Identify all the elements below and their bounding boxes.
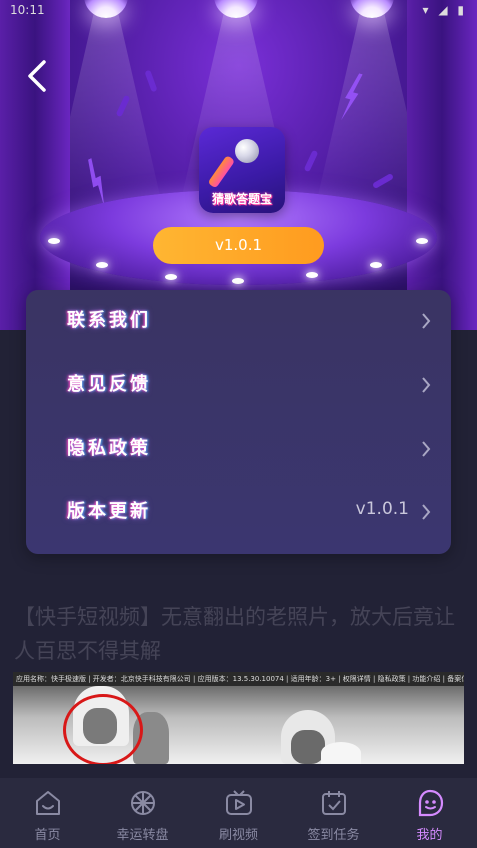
tab-check-in-tasks[interactable]: 签到任务 [286, 778, 381, 848]
status-icons: ▾ ◢ ▮ [422, 3, 467, 17]
menu-item-label: 隐私政策 [67, 438, 151, 459]
home-icon [36, 791, 60, 815]
menu-item-label: 联系我们 [67, 310, 151, 331]
chevron-right-icon [422, 504, 431, 520]
photo-figure [321, 742, 361, 764]
stage-light [48, 238, 60, 244]
menu-item-feedback[interactable]: 意见反馈 [26, 356, 451, 412]
bottom-nav: 首页 幸运转盘 刷视频 签到任务 我的 [0, 778, 477, 848]
stage-light [306, 272, 318, 278]
article-thumbnail[interactable]: 应用名称：快手极速版 | 开发者：北京快手科技有限公司 | 应用版本：13.5.… [13, 672, 464, 764]
photo-figure [291, 730, 325, 764]
stage-light [370, 262, 382, 268]
status-time: 10:11 [10, 3, 45, 17]
wheel-icon [131, 791, 155, 815]
tab-watch-videos[interactable]: 刷视频 [191, 778, 286, 848]
stage-light [96, 262, 108, 268]
tab-lucky-wheel[interactable]: 幸运转盘 [95, 778, 190, 848]
tab-home[interactable]: 首页 [0, 778, 95, 848]
back-chevron-icon [28, 60, 46, 92]
tab-label: 首页 [34, 828, 61, 843]
settings-card: 联系我们 意见反馈 隐私政策 版本更新 v1.0.1 [26, 290, 451, 554]
app-logo-text: 猜歌答题宝 [211, 192, 272, 206]
chevron-right-icon [422, 441, 431, 457]
tab-label: 幸运转盘 [116, 828, 169, 843]
chevron-right-icon [422, 377, 431, 393]
microphone-icon [235, 139, 259, 163]
menu-item-label: 版本更新 [67, 501, 151, 522]
app-logo: 猜歌答题宝 [199, 127, 285, 213]
status-bar: 10:11 ▾ ◢ ▮ [0, 0, 477, 20]
stage-light [232, 278, 244, 284]
highlight-circle [63, 694, 143, 764]
calendar-check-icon [322, 791, 346, 815]
streak [303, 149, 319, 173]
article-title[interactable]: 【快手短视频】无意翻出的老照片，放大后竟让人百思不得其解 [14, 600, 466, 668]
stage-light [416, 238, 428, 244]
menu-item-version-update[interactable]: 版本更新 v1.0.1 [26, 483, 451, 539]
streak [144, 69, 158, 93]
curtain-left [0, 0, 70, 330]
profile-face-icon [418, 789, 444, 817]
chevron-right-icon [422, 313, 431, 329]
tab-label: 签到任务 [307, 828, 360, 843]
menu-item-privacy-policy[interactable]: 隐私政策 [26, 420, 451, 476]
version-badge: v1.0.1 [153, 227, 324, 264]
menu-item-value: v1.0.1 [355, 499, 409, 519]
tab-label: 我的 [416, 828, 443, 843]
thumbnail-caption: 应用名称：快手极速版 | 开发者：北京快手科技有限公司 | 应用版本：13.5.… [13, 672, 464, 686]
stage-light [165, 274, 177, 280]
tab-mine[interactable]: 我的 [382, 778, 477, 848]
microphone-handle [207, 155, 236, 189]
back-button[interactable] [22, 58, 52, 94]
menu-item-label: 意见反馈 [67, 374, 151, 395]
video-icon [226, 790, 252, 815]
tab-label: 刷视频 [218, 828, 258, 843]
curtain-right [407, 0, 477, 330]
menu-item-contact-us[interactable]: 联系我们 [26, 292, 451, 348]
